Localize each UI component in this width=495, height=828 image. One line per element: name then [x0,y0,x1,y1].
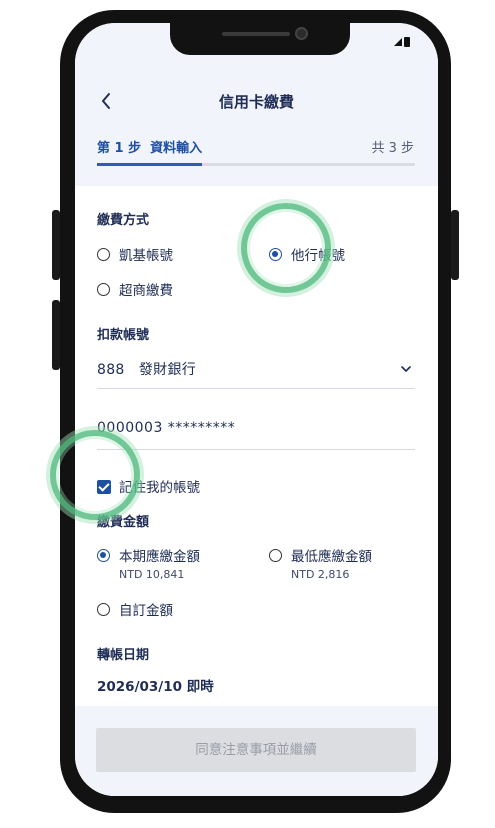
amount-title: 繳費金額 [97,515,150,530]
payment-method-title: 繳費方式 [97,213,150,228]
agree-continue-button[interactable]: 同意注意事項並繼續 [96,728,416,772]
step-progress-fill [97,163,202,166]
radio-other-bank-account[interactable]: 他行帳號 [269,244,345,264]
signal-icon [394,38,402,46]
radio-convenience-store[interactable]: 超商繳費 [97,279,173,299]
status-icons [394,35,410,48]
step-progress-track [97,163,415,166]
chevron-down-icon [401,366,411,372]
account-number-field[interactable]: 0000003 ********* [97,416,415,450]
statement-amount-value: NTD 10,841 [119,568,185,581]
checkbox-checked-icon [97,480,111,494]
radio-label: 凱基帳號 [119,248,173,264]
step-total-label: 共 3 步 [371,141,414,156]
radio-label: 超商繳費 [119,283,173,299]
remember-account-checkbox[interactable]: 記住我的帳號 [97,476,200,496]
checkbox-label: 記住我的帳號 [119,480,200,496]
volume-up-button [52,210,60,280]
footer-bar: 同意注意事項並繼續 [75,706,438,796]
phone-screen: 信用卡繳費 第 1 步 資料輸入 共 3 步 繳費方式 凱基帳號 他行帳號 超商… [75,23,438,796]
notch [170,23,350,55]
minimum-amount-value: NTD 2,816 [291,568,350,581]
radio-label: 最低應繳金額 [291,549,372,565]
transfer-date-value: 2026/03/10 即時 [97,679,214,695]
radio-minimum-amount[interactable]: 最低應繳金額 [269,545,372,565]
transfer-date-title: 轉帳日期 [97,648,150,663]
camera [295,27,308,40]
radio-kgi-account[interactable]: 凱基帳號 [97,244,173,264]
step-current-label: 第 1 步 資料輸入 [97,141,203,156]
radio-statement-amount[interactable]: 本期應繳金額 [97,545,200,565]
bank-select[interactable]: 888 發財銀行 [97,353,415,389]
radio-label: 他行帳號 [291,248,345,264]
battery-icon [404,37,410,47]
account-number-value: 0000003 ********* [97,420,236,436]
radio-icon [97,248,110,261]
volume-down-button [52,300,60,370]
radio-icon [97,549,110,562]
radio-label: 本期應繳金額 [119,549,200,565]
radio-icon [97,603,110,616]
speaker [222,32,290,36]
radio-label: 自訂金額 [119,603,173,619]
page-title: 信用卡繳費 [218,93,294,111]
power-button [451,210,459,280]
radio-icon [269,549,282,562]
bank-select-value: 888 發財銀行 [97,362,197,378]
radio-custom-amount[interactable]: 自訂金額 [97,599,173,619]
radio-icon [97,283,110,296]
radio-icon [269,248,282,261]
debit-account-title: 扣款帳號 [97,328,150,343]
